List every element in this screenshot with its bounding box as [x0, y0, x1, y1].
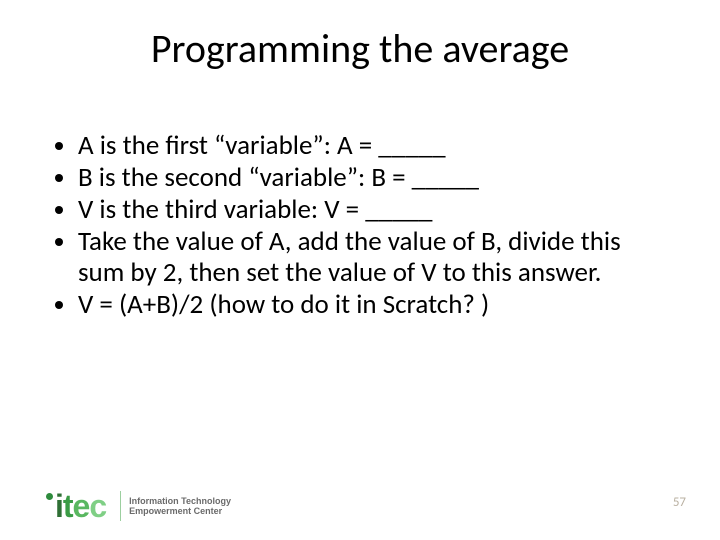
bullet-item: A is the first “variable”: A = _____: [78, 130, 670, 162]
bullet-item: V = (A+B)/2 (how to do it in Scratch? ): [78, 289, 670, 321]
bullet-item: B is the second “variable”: B = _____: [78, 162, 670, 194]
footer-logo: i t e c Information Technology Empowerme…: [46, 490, 231, 522]
bullet-item: V is the third variable: V = _____: [78, 194, 670, 226]
logo-letter-t: t: [63, 490, 73, 522]
logo-dot-icon: [46, 493, 53, 500]
itec-logo: i t e c: [46, 490, 106, 522]
logo-letter-c: c: [89, 490, 106, 522]
bullet-item: Take the value of A, add the value of B,…: [78, 226, 670, 290]
logo-tagline: Information Technology Empowerment Cente…: [129, 496, 231, 517]
slide-body: A is the first “variable”: A = _____ B i…: [58, 130, 670, 321]
bullet-list: A is the first “variable”: A = _____ B i…: [58, 130, 670, 321]
tagline-line-2: Empowerment Center: [129, 506, 231, 516]
logo-letter-e: e: [73, 490, 90, 522]
slide: Programming the average A is the first “…: [0, 0, 720, 540]
slide-title: Programming the average: [0, 24, 720, 73]
page-number: 57: [673, 495, 686, 510]
logo-letter-i: i: [55, 490, 63, 522]
logo-divider: [120, 491, 121, 521]
tagline-line-1: Information Technology: [129, 496, 231, 506]
